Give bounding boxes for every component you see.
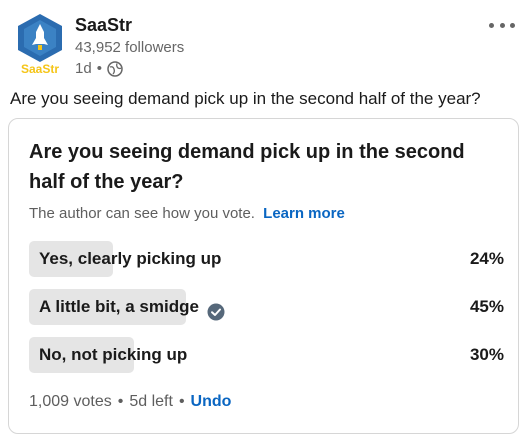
meta-separator: • [96,60,102,77]
author-name[interactable]: SaaStr [75,14,184,36]
poll-card: Are you seeing demand pick up in the sec… [8,118,519,434]
poll-option-percent: 45% [469,297,504,316]
time-left: 5d left [129,393,173,410]
selected-check-icon [207,298,225,321]
saastr-logo[interactable]: SaaStr [14,12,66,76]
svg-text:SaaStr: SaaStr [21,62,59,76]
author-block: SaaStr 43,952 followers 1d • [75,14,184,79]
vote-count: 1,009 votes [29,393,112,410]
poll-footer: 1,009 votes • 5d left • Undo [29,393,231,411]
undo-vote-button[interactable]: Undo [191,393,232,411]
poll-option-yes[interactable]: Yes, clearly picking up 24% [29,241,504,277]
footer-separator: • [117,393,124,410]
vote-visibility-note: The author can see how you vote. Learn m… [29,205,345,222]
learn-more-link[interactable]: Learn more [263,205,345,222]
footer-separator: • [178,393,185,410]
poll-option-no[interactable]: No, not picking up 30% [29,337,504,373]
poll-option-label: A little bit, a smidge [39,289,225,325]
post-time: 1d [75,60,92,77]
poll-option-label: Yes, clearly picking up [39,249,222,268]
post-header: SaaStr SaaStr 43,952 followers 1d • [14,12,519,82]
post-text: Are you seeing demand pick up in the sec… [10,89,481,108]
visibility-text: The author can see how you vote. [29,205,255,222]
globe-icon [107,61,123,77]
poll-question: Are you seeing demand pick up in the sec… [29,141,465,193]
poll-option-little[interactable]: A little bit, a smidge 45% [29,289,504,325]
poll-option-label: No, not picking up [39,345,188,364]
follower-count: 43,952 followers [75,39,185,56]
poll-option-percent: 30% [469,345,504,364]
post-meta: 1d • [75,59,184,79]
poll-option-percent: 24% [469,249,504,268]
more-options-icon[interactable] [489,20,515,30]
